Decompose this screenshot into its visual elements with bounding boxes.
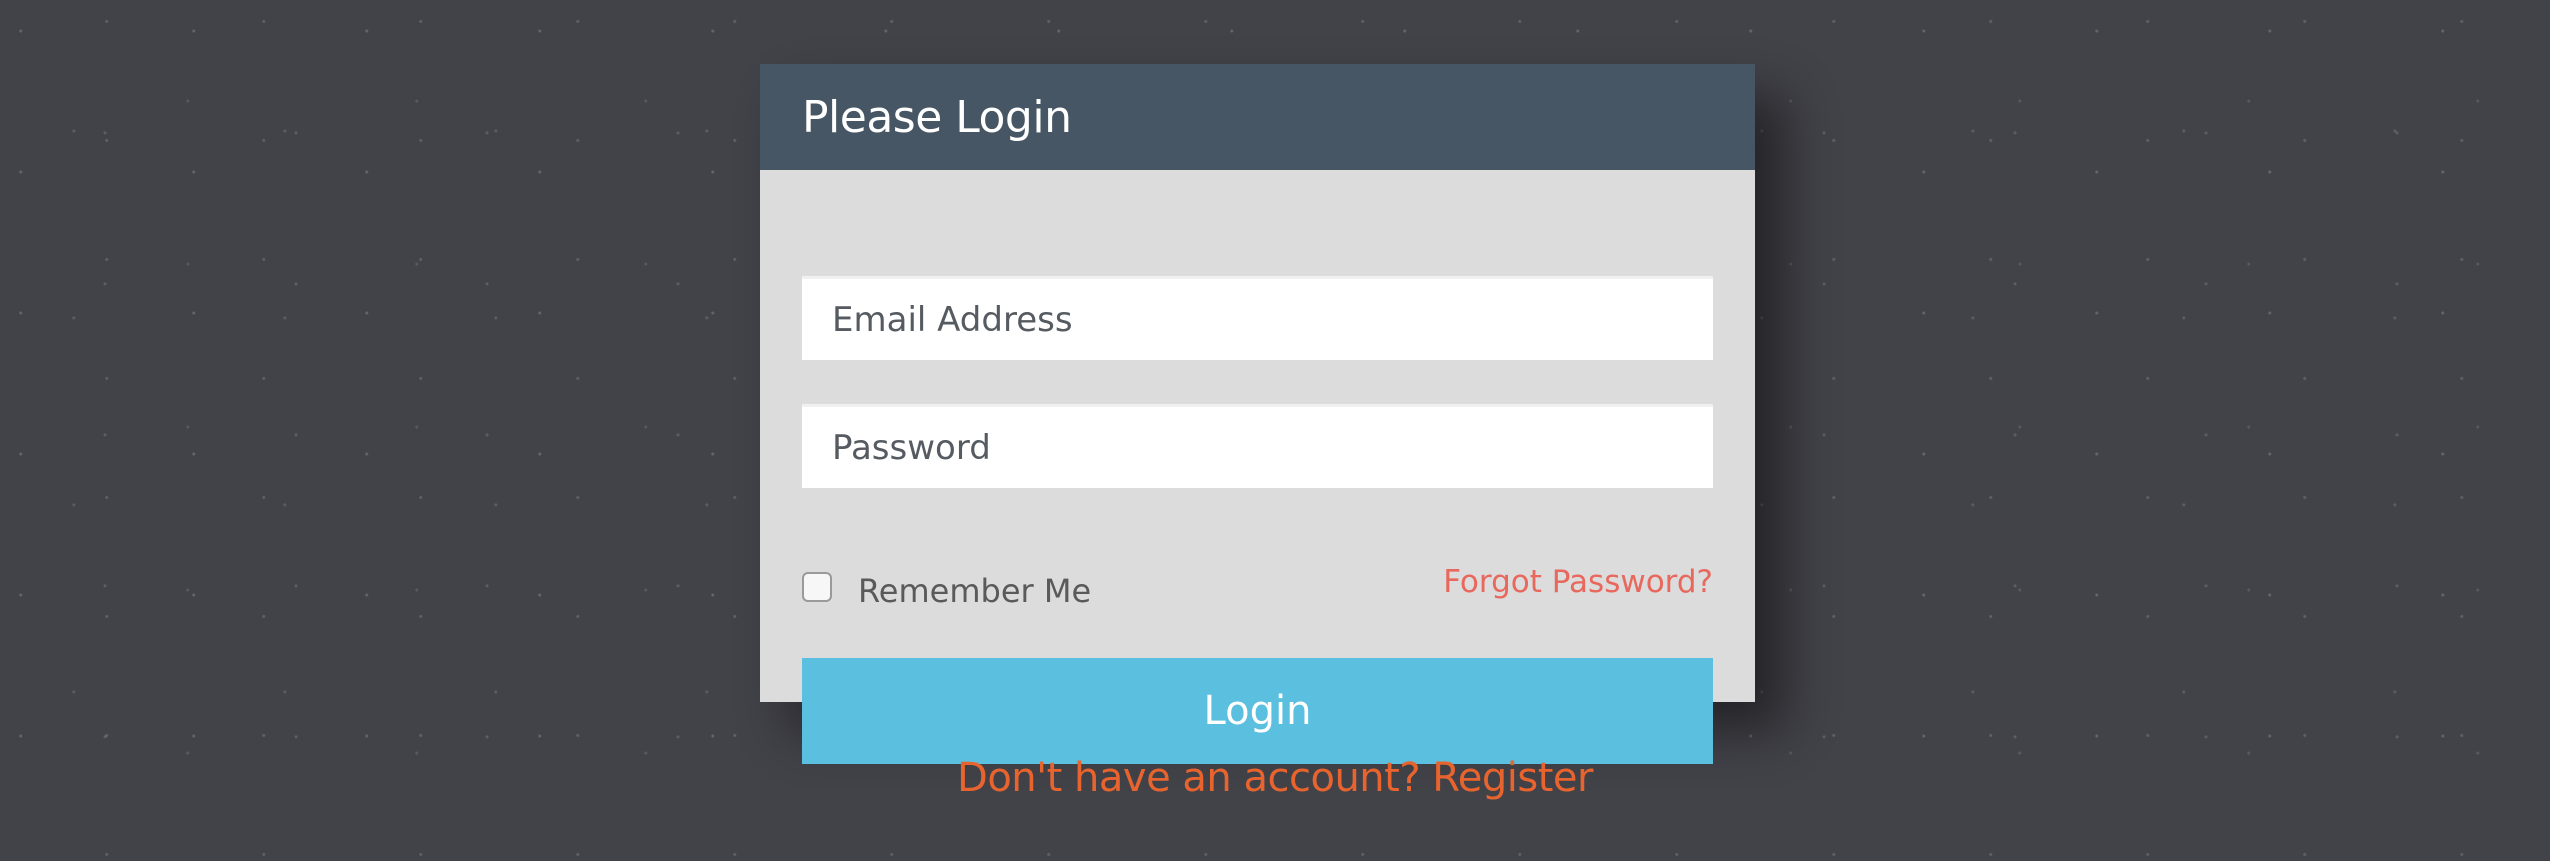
remember-row: Remember Me Forgot Password? bbox=[802, 560, 1713, 610]
password-field[interactable] bbox=[802, 404, 1713, 488]
remember-me-checkbox[interactable] bbox=[802, 572, 832, 602]
remember-me-label[interactable]: Remember Me bbox=[858, 572, 1091, 610]
email-field[interactable] bbox=[802, 276, 1713, 360]
login-panel: Please Login Remember Me Forgot Password… bbox=[760, 64, 1755, 764]
register-link[interactable]: Don't have an account? Register bbox=[0, 755, 2550, 801]
login-button[interactable]: Login bbox=[802, 658, 1713, 764]
panel-title: Please Login bbox=[802, 91, 1072, 143]
forgot-password-link[interactable]: Forgot Password? bbox=[1443, 564, 1713, 600]
panel-header: Please Login bbox=[760, 64, 1755, 170]
